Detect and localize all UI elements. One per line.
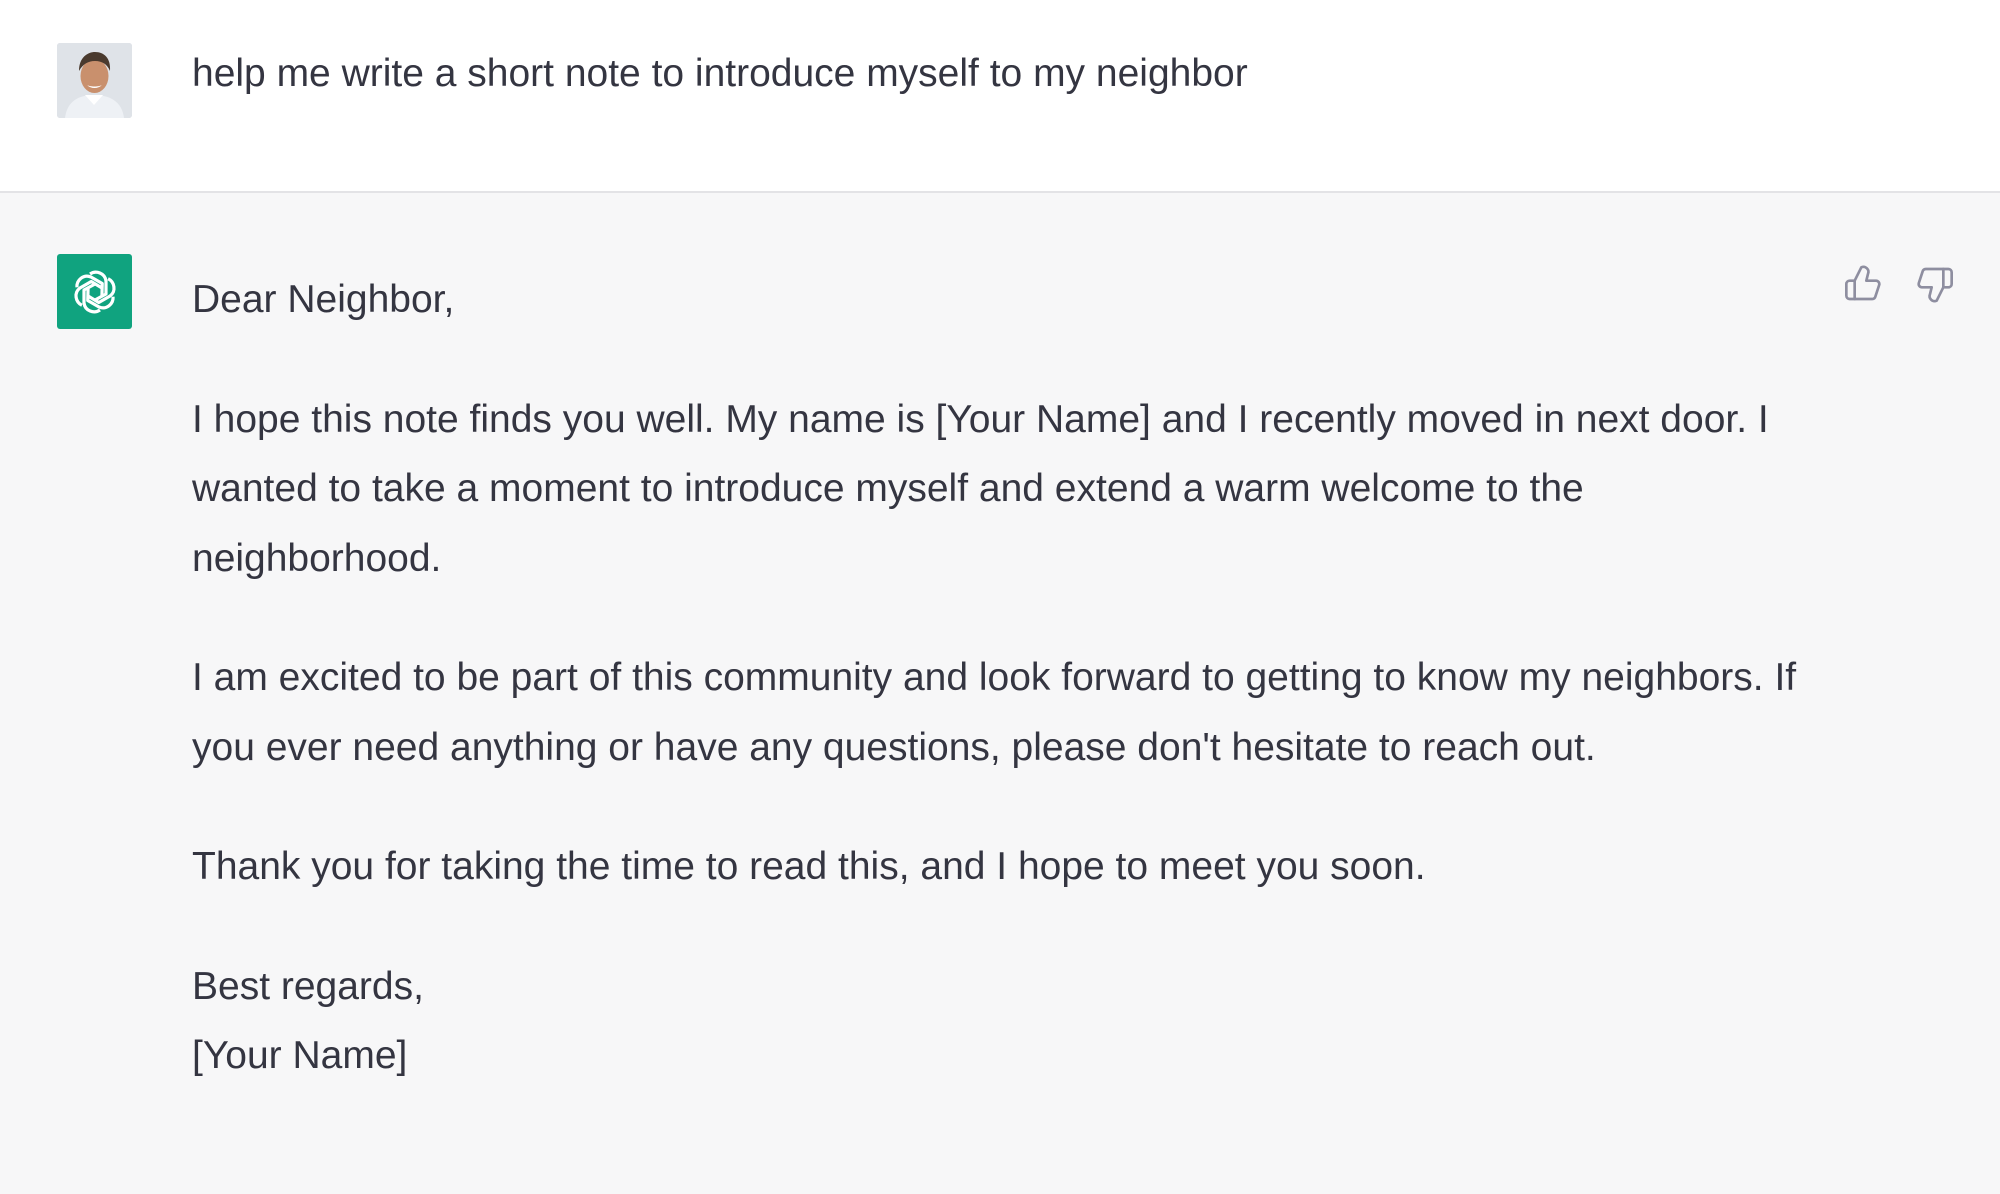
- assistant-message-body: Dear Neighbor, I hope this note finds yo…: [192, 265, 1832, 1091]
- thumbs-up-button[interactable]: [1842, 263, 1884, 305]
- closing-line-1: Best regards,: [192, 964, 424, 1008]
- message-paragraph-1: I hope this note finds you well. My name…: [192, 397, 1769, 580]
- user-message-text: help me write a short note to introduce …: [192, 52, 1248, 95]
- openai-logo-icon: [73, 270, 116, 313]
- closing-line-2: [Your Name]: [192, 1034, 408, 1077]
- user-message-row: help me write a short note to introduce …: [0, 0, 2000, 193]
- user-avatar: [57, 43, 132, 118]
- thumbs-up-icon: [1845, 265, 1881, 301]
- thumbs-down-button[interactable]: [1914, 263, 1956, 305]
- message-salutation: Dear Neighbor,: [192, 278, 455, 321]
- assistant-message-row: Dear Neighbor, I hope this note finds yo…: [0, 195, 2000, 1194]
- message-closing: Best regards, [Your Name]: [192, 952, 1832, 1091]
- thumbs-down-icon: [1917, 267, 1953, 303]
- user-avatar-photo: [57, 43, 132, 118]
- message-paragraph-3: Thank you for taking the time to read th…: [192, 845, 1426, 888]
- message-paragraph-2: I am excited to be part of this communit…: [192, 656, 1797, 769]
- feedback-actions: [1842, 263, 1956, 305]
- chat-page: help me write a short note to introduce …: [0, 0, 2000, 1194]
- assistant-avatar: [57, 254, 132, 329]
